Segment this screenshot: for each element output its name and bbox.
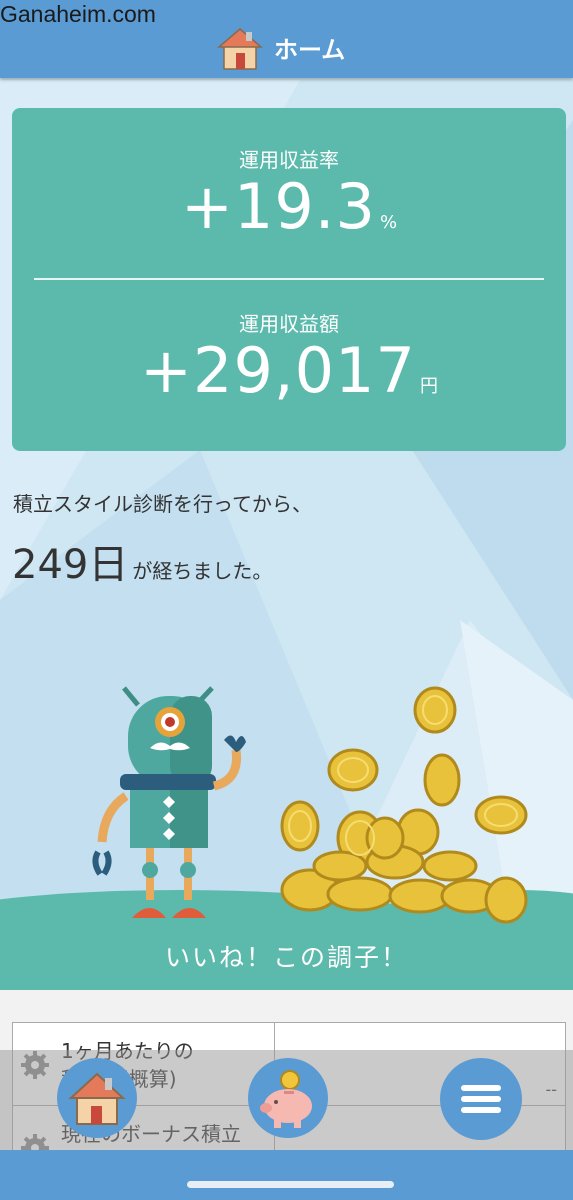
amount-unit: 円	[419, 376, 438, 397]
amount-value: +29,017	[140, 334, 416, 407]
house-icon	[217, 28, 263, 70]
amount-label: 運用収益額	[239, 312, 339, 336]
robot-coins-illustration	[0, 686, 573, 970]
savings-nav-button[interactable]	[248, 1058, 328, 1138]
days-count: 249日	[12, 542, 129, 588]
page-title: ホーム	[274, 36, 346, 64]
stats-divider	[34, 278, 544, 280]
menu-nav-button[interactable]	[440, 1058, 522, 1140]
menu-icon	[461, 1085, 501, 1113]
days-elapsed: 249日 が経ちました。	[12, 532, 272, 590]
rate-unit: %	[379, 212, 398, 233]
amount-value-row: +29,017 円	[12, 334, 566, 407]
slogan-text: いいね！この調子！	[164, 943, 408, 972]
home-indicator[interactable]	[187, 1181, 394, 1188]
diagnosis-text: 積立スタイル診断を行ってから、	[13, 492, 312, 516]
stats-card: 運用収益率 +19.3% 運用収益額 +29,017 円	[12, 108, 566, 451]
home-nav-button[interactable]	[57, 1058, 137, 1138]
rate-value: +19.3	[180, 170, 376, 243]
footer-bar	[0, 1150, 573, 1200]
watermark-text: Ganaheim.com	[0, 1, 156, 27]
house-icon	[68, 1072, 126, 1125]
rate-label: 運用収益率	[239, 148, 339, 172]
rate-value-row: +19.3%	[12, 170, 566, 243]
days-suffix: が経ちました。	[132, 559, 273, 583]
piggy-bank-icon	[260, 1070, 312, 1128]
